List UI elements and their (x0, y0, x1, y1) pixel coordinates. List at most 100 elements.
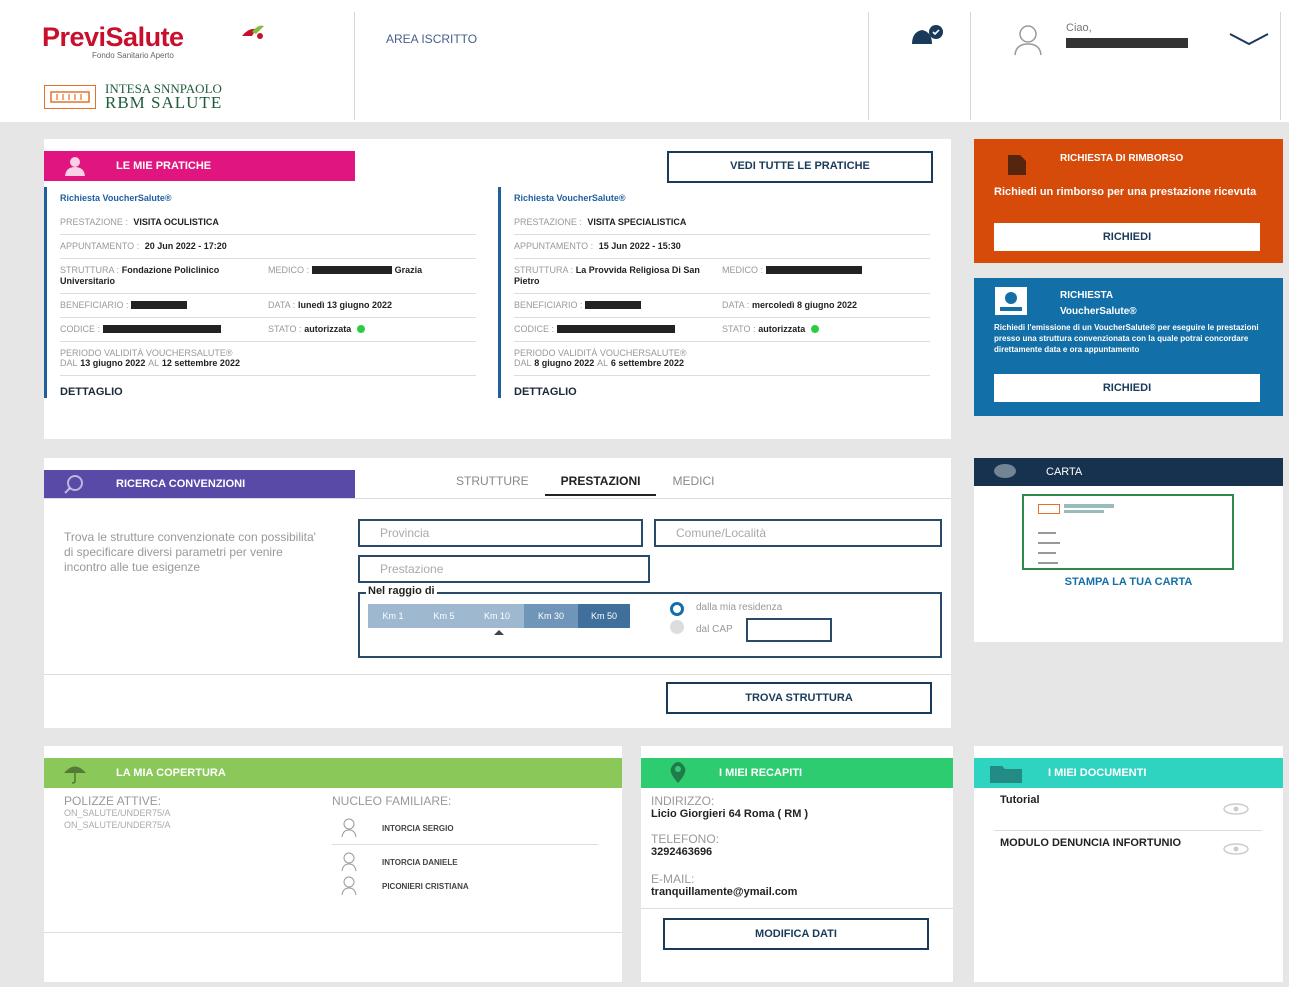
stato-label: STATO : (268, 324, 302, 334)
tab-prestazioni[interactable]: PRESTAZIONI (544, 474, 657, 496)
tab-strutture[interactable]: STRUTTURE (440, 474, 545, 496)
previsalute-logo[interactable]: PreviSalute (42, 22, 184, 53)
user-avatar-icon[interactable] (1012, 22, 1044, 56)
data-value: lunedì 13 giugno 2022 (297, 300, 392, 310)
periodo-label: PERIODO VALIDITÀ VoucherSalute® (60, 348, 233, 358)
codice-redacted (102, 325, 221, 334)
divider (641, 908, 953, 909)
logo-subtitle: Fondo Sanitario Aperto (92, 51, 174, 60)
document-item[interactable]: MODULO DENUNCIA INFORTUNIO (1000, 836, 1200, 850)
eye-icon[interactable] (1222, 802, 1250, 816)
dettaglio-link[interactable]: DETTAGLIO (60, 376, 476, 398)
header-divider (970, 12, 971, 120)
chevron-down-icon[interactable] (1226, 30, 1272, 48)
eye-icon[interactable] (1222, 842, 1250, 856)
rimborso-title: RICHIESTA DI RIMBORSO (1060, 153, 1184, 164)
voucher-card: RICHIESTA VoucherSalute® Richiedi l'emis… (974, 278, 1283, 416)
dal-value: 13 giugno 2022 (80, 358, 146, 368)
prestazione-input[interactable]: Prestazione (358, 555, 650, 583)
card-line (1064, 504, 1114, 508)
radius-label: Nel raggio di (366, 585, 437, 597)
rimborso-request-button[interactable]: RICHIEDI (994, 223, 1260, 251)
al-label: AL (148, 358, 160, 368)
polizza-item: ON_SALUTE/UNDER75/A (64, 820, 171, 830)
umbrella-icon (64, 766, 86, 784)
radius-option-10[interactable]: Km 10 (470, 604, 524, 628)
card-line (1064, 510, 1104, 513)
voucher-request-button[interactable]: RICHIEDI (994, 374, 1260, 402)
documenti-title: I MIEI DOCUMENTI (1048, 767, 1147, 779)
pratica-type: Richiesta VoucherSalute® (514, 193, 626, 203)
partner-line2: RBM SALUTE (105, 93, 223, 112)
card-line (1038, 552, 1056, 554)
radius-option-1[interactable]: Km 1 (368, 604, 418, 628)
modifica-dati-button[interactable]: MODIFICA DATI (663, 918, 929, 950)
radius-option-50[interactable]: Km 50 (578, 604, 630, 628)
dal-value: 8 giugno 2022 (534, 358, 595, 368)
logo-bird-icon (242, 25, 264, 39)
radius-option-30[interactable]: Km 30 (524, 604, 578, 628)
view-all-pratiche-button[interactable]: VEDI TUTTE LE PRATICHE (667, 151, 933, 183)
al-value: 6 settembre 2022 (610, 358, 684, 368)
folder-icon (990, 766, 1022, 783)
codice-label: CODICE : (514, 324, 555, 334)
card-line (1038, 532, 1056, 534)
tab-medici[interactable]: MEDICI (656, 474, 730, 496)
beneficiario-label: BENEFICIARIO : (60, 300, 129, 310)
pratica-item: Richiesta VoucherSalute® PRESTAZIONE : V… (44, 187, 476, 398)
search-icon (64, 475, 83, 494)
periodo-label: PERIODO VALIDITÀ VoucherSalute® (514, 348, 687, 358)
polizza-item: ON_SALUTE/UNDER75/A (64, 808, 171, 818)
ricerca-tabs: STRUTTURE PRESTAZIONI MEDICI (440, 474, 730, 496)
data-label: DATA : (268, 300, 296, 310)
beneficiario-redacted (585, 301, 642, 310)
support-chat-icon[interactable] (906, 22, 948, 50)
chat-bubble-icon (994, 464, 1016, 478)
divider (332, 844, 598, 845)
codice-redacted (556, 325, 675, 334)
pratiche-header: LE MIE PRATICHE (44, 151, 355, 181)
carta-header: CARTA (974, 458, 1283, 486)
copertura-header: LA MIA COPERTURA (44, 758, 622, 788)
recapiti-header: I MIEI RECAPITI (641, 758, 953, 788)
area-iscritto-link[interactable]: AREA ISCRITTO (386, 32, 477, 46)
rimborso-text: Richiedi un rimborso per una prestazione… (994, 186, 1257, 198)
stato-value: autorizzata (304, 324, 352, 334)
membership-card-preview[interactable] (1022, 494, 1234, 570)
appuntamento-label: APPUNTAMENTO : (514, 241, 594, 251)
medico-redacted (765, 266, 862, 275)
radius-option-5[interactable]: Km 5 (418, 604, 470, 628)
pratica-type: Richiesta VoucherSalute® (60, 193, 172, 203)
recapiti-title: I MIEI RECAPITI (719, 767, 803, 779)
nucleo-member: INTORCIA DANIELE (382, 858, 458, 867)
dettaglio-link[interactable]: DETTAGLIO (514, 376, 930, 398)
map-pin-icon (670, 762, 686, 783)
appuntamento-label: APPUNTAMENTO : (60, 241, 140, 251)
trova-struttura-button[interactable]: TROVA STRUTTURA (666, 682, 932, 714)
prestazione-value: VISITA OCULISTICA (133, 217, 219, 227)
print-card-link[interactable]: STAMPA LA TUA CARTA (974, 576, 1283, 588)
nucleo-member: INTORCIA SERGIO (382, 824, 454, 833)
header-divider (354, 12, 355, 120)
dal-label: DAL (514, 358, 532, 368)
codice-label: CODICE : (60, 324, 101, 334)
person-icon (341, 876, 357, 896)
nucleo-member: PICONIERI CRISTIANA (382, 882, 469, 891)
ricerca-title: RICERCA CONVENZIONI (116, 478, 246, 490)
slider-handle-icon[interactable] (494, 630, 504, 635)
provincia-input[interactable]: Provincia (358, 519, 643, 547)
header-divider (1280, 12, 1281, 120)
comune-input[interactable]: Comune/Località (654, 519, 942, 547)
cap-input[interactable] (746, 618, 832, 642)
document-item[interactable]: Tutorial (1000, 794, 1040, 806)
divider (994, 830, 1262, 831)
radio-cap-label: dal CAP (696, 624, 733, 635)
status-dot-icon (811, 325, 820, 334)
radio-residenza[interactable] (670, 602, 684, 616)
appuntamento-value: 15 Jun 2022 - 15:30 (598, 241, 681, 251)
appuntamento-value: 20 Jun 2022 - 17:20 (144, 241, 227, 251)
card-line (1038, 562, 1058, 564)
email-label: E-MAIL: (651, 872, 695, 886)
radio-cap[interactable] (670, 620, 684, 634)
polizze-label: POLIZZE ATTIVE: (64, 794, 162, 808)
